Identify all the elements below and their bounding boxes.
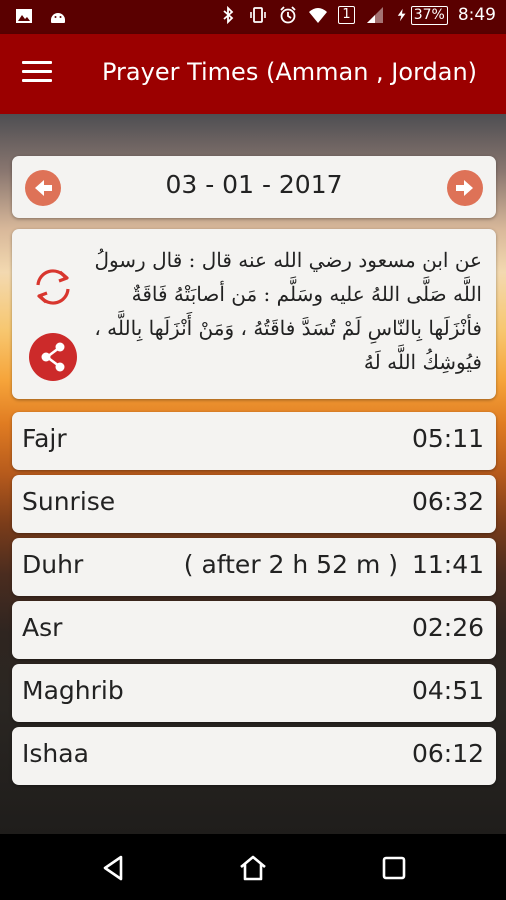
prayer-row-ishaa: Ishaa 06:12 — [12, 727, 496, 785]
recents-icon — [382, 856, 406, 880]
bluetooth-icon — [223, 5, 234, 25]
date-navigator: 03 - 01 - 2017 — [12, 156, 496, 218]
battery-indicator: 37% — [395, 5, 448, 25]
gallery-icon — [16, 9, 32, 23]
prayer-time: 06:12 — [411, 739, 484, 768]
prayer-time: 04:51 — [411, 676, 484, 705]
prayer-name: Maghrib — [22, 676, 124, 705]
next-day-button[interactable] — [447, 170, 483, 206]
share-icon — [41, 342, 65, 372]
hadith-card: عن ابن مسعود رضي الله عنه قال : قال رسول… — [12, 229, 496, 399]
page-title: Prayer Times (Amman , Jordan) — [102, 58, 478, 86]
clock: 8:49 — [457, 5, 496, 25]
back-button[interactable] — [97, 852, 129, 884]
home-icon — [240, 855, 266, 881]
sim-indicator: 1 — [338, 6, 355, 24]
prayer-row-duhr: Duhr ( after 2 h 52 m ) 11:41 — [12, 538, 496, 596]
wifi-icon — [309, 8, 328, 23]
hadith-text: عن ابن مسعود رضي الله عنه قال : قال رسول… — [94, 248, 482, 374]
app-bar: Prayer Times (Amman , Jordan) — [0, 34, 506, 114]
alarm-icon — [280, 6, 297, 24]
prayer-name: Fajr — [22, 424, 67, 453]
prayer-name: Duhr — [22, 550, 84, 579]
signal-icon — [366, 7, 383, 23]
prayer-row-sunrise: Sunrise 06:32 — [12, 475, 496, 533]
main-content: 03 - 01 - 2017 عن ابن مسعود رضي الله عنه… — [0, 114, 506, 834]
charging-icon — [397, 8, 406, 22]
refresh-icon — [36, 269, 70, 305]
time-remaining: ( after 2 h 52 m ) — [183, 550, 398, 579]
current-date: 03 - 01 - 2017 — [165, 170, 343, 199]
prayer-name: Ishaa — [22, 739, 89, 768]
arrow-right-icon — [456, 180, 473, 196]
battery-level: 37% — [410, 5, 448, 25]
recents-button[interactable] — [378, 852, 410, 884]
prayer-time: 05:11 — [411, 424, 484, 453]
prayer-row-asr: Asr 02:26 — [12, 601, 496, 659]
prayer-time: 02:26 — [411, 613, 484, 642]
share-hadith-button[interactable] — [29, 333, 77, 381]
navigation-bar — [0, 834, 506, 900]
prayer-row-maghrib: Maghrib 04:51 — [12, 664, 496, 722]
android-icon — [51, 13, 65, 23]
prayer-row-fajr: Fajr 05:11 — [12, 412, 496, 470]
vibrate-icon — [250, 7, 267, 23]
menu-icon — [22, 61, 52, 64]
prayer-name: Asr — [22, 613, 63, 642]
prayer-time: 06:32 — [411, 487, 484, 516]
status-bar: 1 37% 8:49 — [0, 0, 506, 34]
prayer-name: Sunrise — [22, 487, 116, 516]
refresh-hadith-button[interactable] — [29, 263, 77, 311]
back-icon — [103, 855, 123, 881]
prayer-time: 11:41 — [411, 550, 484, 579]
menu-button[interactable] — [22, 61, 52, 87]
home-button[interactable] — [237, 852, 269, 884]
